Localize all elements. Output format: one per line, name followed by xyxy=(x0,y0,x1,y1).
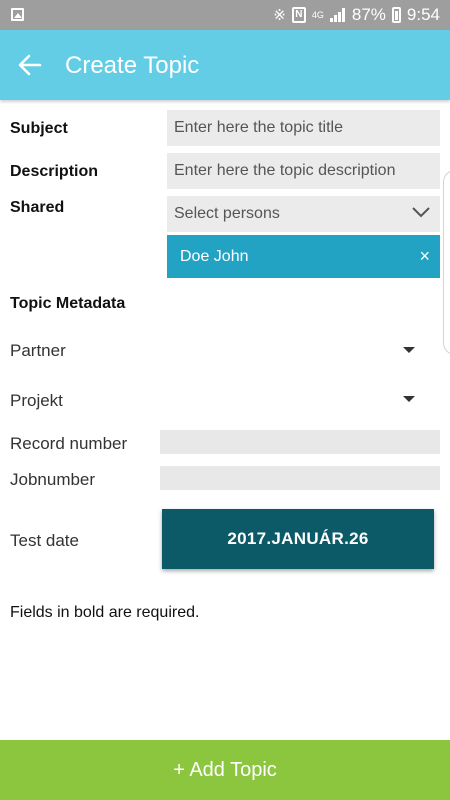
jobnumber-label: Jobnumber xyxy=(10,470,96,489)
signal-icon xyxy=(329,8,345,22)
clock: 9:54 xyxy=(406,5,440,24)
battery-icon xyxy=(391,7,401,23)
scroll-edge xyxy=(443,170,450,355)
nfc-icon: N xyxy=(291,7,306,23)
gallery-icon xyxy=(11,8,24,21)
partner-dropdown-icon[interactable] xyxy=(403,347,415,353)
shared-select[interactable]: Select persons xyxy=(167,196,440,232)
subject-label: Subject xyxy=(10,120,68,137)
status-bar: ※ N 4G 87% 9:54 xyxy=(0,0,450,30)
test-date-button[interactable]: 2017.JANUÁR.26 xyxy=(162,509,434,569)
back-arrow-icon[interactable] xyxy=(12,47,48,83)
record-number-label: Record number xyxy=(10,434,128,453)
close-icon[interactable]: × xyxy=(419,235,430,278)
shared-label: Shared xyxy=(10,199,65,216)
jobnumber-input[interactable] xyxy=(160,466,440,490)
projekt-label[interactable]: Projekt xyxy=(10,391,63,411)
partner-label[interactable]: Partner xyxy=(10,341,66,361)
required-note: Fields in bold are required. xyxy=(10,604,200,621)
metadata-heading: Topic Metadata xyxy=(10,295,126,312)
shared-placeholder: Select persons xyxy=(174,205,280,222)
chip-label: Doe John xyxy=(180,248,249,265)
description-label: Description xyxy=(10,163,99,180)
selected-person-chip: Doe John × xyxy=(167,235,440,278)
app-bar: Create Topic xyxy=(0,30,450,100)
status-icons: ※ N 4G 87% 9:54 xyxy=(273,5,440,25)
record-number-input[interactable] xyxy=(160,430,440,454)
page-title: Create Topic xyxy=(65,52,200,79)
add-topic-button[interactable]: + Add Topic xyxy=(0,740,450,800)
projekt-dropdown-icon[interactable] xyxy=(403,396,415,402)
subject-input[interactable]: Enter here the topic title xyxy=(167,110,440,146)
bluetooth-icon: ※ xyxy=(273,7,286,24)
test-date-label: Test date xyxy=(10,531,79,550)
battery-percent: 87% xyxy=(351,5,386,24)
chevron-down-icon xyxy=(412,207,430,218)
description-input[interactable]: Enter here the topic description xyxy=(167,153,440,189)
network-type: 4G xyxy=(311,10,324,20)
